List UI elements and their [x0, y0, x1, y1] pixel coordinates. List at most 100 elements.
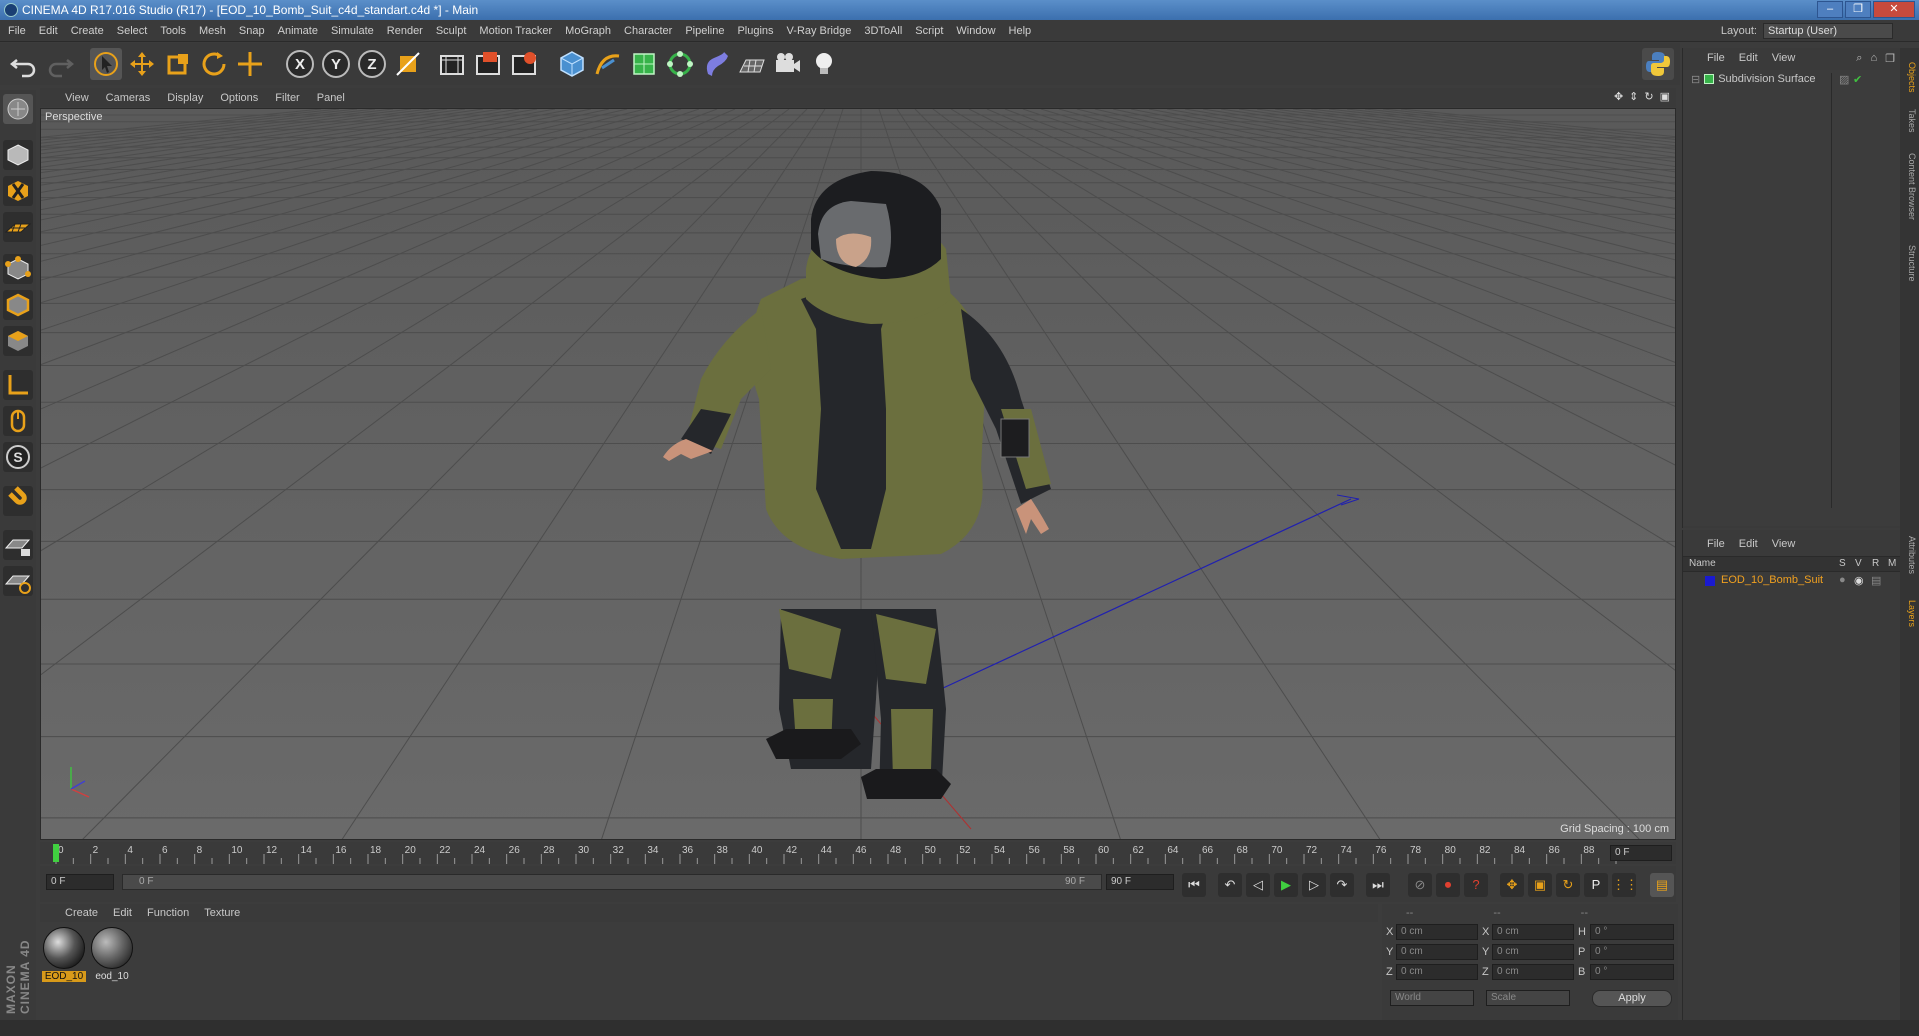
layer-render-icon[interactable]: ▤	[1871, 574, 1881, 587]
magnet-icon[interactable]	[3, 486, 33, 516]
menu-edit[interactable]: Edit	[39, 25, 58, 37]
viewport-menu-filter[interactable]: Filter	[275, 92, 299, 104]
end-frame-field[interactable]: 90 F	[1106, 874, 1174, 890]
tweak-mode-icon[interactable]	[3, 406, 33, 436]
menu-help[interactable]: Help	[1009, 25, 1032, 37]
coord-rotation-field[interactable]: 0 °	[1590, 964, 1674, 980]
array-generator-icon[interactable]	[664, 48, 696, 80]
floor-scene-icon[interactable]	[736, 48, 768, 80]
start-frame-field[interactable]: 0 F	[46, 874, 114, 890]
coord-position-field[interactable]: 0 cm	[1396, 924, 1478, 940]
coord-position-field[interactable]: 0 cm	[1396, 944, 1478, 960]
viewport-zoom-icon[interactable]: ⇕	[1629, 90, 1638, 103]
render-to-picture-viewer-icon[interactable]	[472, 48, 504, 80]
viewport-menu-panel[interactable]: Panel	[317, 92, 345, 104]
texture-mode-icon[interactable]	[3, 176, 33, 206]
layer-row[interactable]: EOD_10_Bomb_Suit ● ◉ ▤	[1683, 572, 1901, 590]
object-row[interactable]: ⊟ Subdivision Surface ▨ ✔	[1683, 70, 1901, 508]
menu-select[interactable]: Select	[117, 25, 148, 37]
tab-content-browser[interactable]: Content Browser	[1902, 142, 1917, 232]
cube-primitive-icon[interactable]	[556, 48, 588, 80]
viewport-rotate-icon[interactable]: ↻	[1644, 90, 1653, 103]
coord-rotation-field[interactable]: 0 °	[1590, 924, 1674, 940]
tab-takes[interactable]: Takes	[1902, 106, 1917, 136]
layer-solo-icon[interactable]: ●	[1839, 574, 1846, 586]
go-to-end-icon[interactable]: ⏭	[1366, 873, 1390, 897]
viewport-move-icon[interactable]: ✥	[1614, 90, 1623, 103]
next-frame-icon[interactable]: ▷	[1302, 873, 1326, 897]
menu-simulate[interactable]: Simulate	[331, 25, 374, 37]
deformer-icon[interactable]	[700, 48, 732, 80]
object-new-window-icon[interactable]: ❐	[1885, 52, 1895, 65]
go-to-start-icon[interactable]: ⏮	[1182, 873, 1206, 897]
key-pla-icon[interactable]: ⋮⋮	[1612, 873, 1638, 897]
z-axis-lock-button[interactable]: Z	[356, 48, 388, 80]
layer-menu-file[interactable]: File	[1707, 538, 1725, 550]
menu-character[interactable]: Character	[624, 25, 672, 37]
snap-icon[interactable]: S	[3, 442, 33, 472]
viewport-menu-cameras[interactable]: Cameras	[106, 92, 151, 104]
tab-layers[interactable]: Layers	[1902, 594, 1917, 634]
material-menu-texture[interactable]: Texture	[204, 907, 240, 919]
menu-3dtoall[interactable]: 3DToAll	[864, 25, 902, 37]
object-menu-edit[interactable]: Edit	[1739, 52, 1758, 64]
layer-visibility-icon[interactable]: ◉	[1854, 574, 1864, 587]
redo-button[interactable]	[44, 48, 76, 80]
object-menu-view[interactable]: View	[1772, 52, 1796, 64]
live-selection-icon[interactable]	[90, 48, 122, 80]
menu-plugins[interactable]: Plugins	[737, 25, 773, 37]
viewport-menu-options[interactable]: Options	[220, 92, 258, 104]
scale-tool-icon[interactable]	[162, 48, 194, 80]
model-mode-icon[interactable]	[3, 140, 33, 170]
subdivision-surface-icon[interactable]	[628, 48, 660, 80]
play-forward-icon[interactable]: ▶	[1274, 873, 1298, 897]
minimize-button[interactable]: –	[1817, 1, 1843, 18]
rotate-tool-icon[interactable]	[198, 48, 230, 80]
enabled-check-icon[interactable]: ✔	[1853, 73, 1862, 86]
points-mode-icon[interactable]	[3, 254, 33, 284]
tab-structure[interactable]: Structure	[1902, 238, 1917, 288]
coord-type-select[interactable]: Scale	[1486, 990, 1570, 1006]
menu-window[interactable]: Window	[956, 25, 995, 37]
edges-mode-icon[interactable]	[3, 290, 33, 320]
material-menu-create[interactable]: Create	[65, 907, 98, 919]
menu-mesh[interactable]: Mesh	[199, 25, 226, 37]
x-axis-lock-button[interactable]: X	[284, 48, 316, 80]
layout-select[interactable]: Startup (User)	[1763, 23, 1893, 39]
python-script-icon[interactable]	[1642, 48, 1674, 80]
layer-color-swatch[interactable]	[1705, 576, 1715, 586]
coordinate-system-icon[interactable]	[392, 48, 424, 80]
3d-viewport[interactable]: Perspective Grid Spacing : 100 cm	[40, 108, 1676, 840]
viewport-menu-view[interactable]: View	[65, 92, 89, 104]
auto-keying-icon[interactable]: ⏺	[1436, 873, 1460, 897]
coord-mode-select[interactable]: World	[1390, 990, 1474, 1006]
coord-rotation-field[interactable]: 0 °	[1590, 944, 1674, 960]
axis-mode-icon[interactable]	[3, 370, 33, 400]
key-scale-icon[interactable]: ▣	[1528, 873, 1552, 897]
recent-tool-icon[interactable]	[234, 48, 266, 80]
coord-position-field[interactable]: 0 cm	[1396, 964, 1478, 980]
keyframe-selection-icon[interactable]: ?	[1464, 873, 1488, 897]
collapse-icon[interactable]: ⊟	[1691, 73, 1700, 86]
object-menu-file[interactable]: File	[1707, 52, 1725, 64]
key-parameter-icon[interactable]: P	[1584, 873, 1608, 897]
y-axis-lock-button[interactable]: Y	[320, 48, 352, 80]
close-button[interactable]: ✕	[1873, 1, 1915, 18]
menu-tools[interactable]: Tools	[160, 25, 186, 37]
layer-menu-view[interactable]: View	[1772, 538, 1796, 550]
menu-pipeline[interactable]: Pipeline	[685, 25, 724, 37]
maximize-button[interactable]: ❐	[1845, 1, 1871, 18]
spline-pen-icon[interactable]	[592, 48, 624, 80]
make-editable-icon[interactable]	[3, 94, 33, 124]
camera-icon[interactable]	[772, 48, 804, 80]
menu-script[interactable]: Script	[915, 25, 943, 37]
timeline-window-icon[interactable]: ▤	[1650, 873, 1674, 897]
key-position-icon[interactable]: ✥	[1500, 873, 1524, 897]
previous-frame-icon[interactable]: ◁	[1246, 873, 1270, 897]
material-swatch[interactable]: EOD_10	[42, 927, 86, 982]
layer-menu-edit[interactable]: Edit	[1739, 538, 1758, 550]
move-tool-icon[interactable]	[126, 48, 158, 80]
object-home-icon[interactable]: ⌂	[1870, 52, 1877, 65]
coord-size-field[interactable]: 0 cm	[1492, 944, 1574, 960]
render-view-icon[interactable]	[436, 48, 468, 80]
